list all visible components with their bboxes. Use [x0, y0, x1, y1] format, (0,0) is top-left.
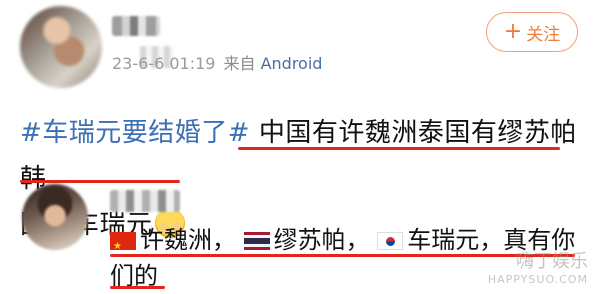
underline-annotation-1 — [238, 147, 560, 150]
post-hashtag[interactable]: #车瑞元要结婚了# — [20, 118, 250, 148]
author-username-blurred[interactable] — [112, 16, 160, 36]
watermark-en: HAPPYSUO.COM — [487, 273, 588, 286]
post-date: 23-6-6 01:19 — [112, 54, 216, 73]
watermark: 嗨丁娱乐 HAPPYSUO.COM — [488, 247, 588, 286]
china-flag-icon — [110, 229, 136, 265]
reply-seg2: 缪苏帕， — [273, 226, 370, 254]
underline-annotation-2 — [20, 180, 180, 183]
author-avatar[interactable] — [20, 6, 102, 88]
watermark-cn: 嗨丁娱乐 — [516, 251, 588, 272]
post-client[interactable]: Android — [261, 54, 323, 73]
follow-button[interactable]: + 关注 — [486, 12, 578, 52]
thailand-flag-icon — [243, 232, 270, 250]
post-source-label: 来自 — [223, 54, 256, 73]
plus-icon: + — [503, 19, 523, 44]
reply-username-blurred[interactable] — [110, 190, 180, 212]
reply-avatar[interactable] — [22, 184, 88, 250]
post-meta: 23-6-6 01:19 来自 Android — [112, 50, 322, 74]
follow-button-label: 关注 — [526, 24, 561, 45]
korea-flag-icon — [377, 232, 404, 250]
underline-annotation-4 — [110, 286, 165, 289]
reply-seg1: 许魏洲， — [140, 226, 236, 254]
